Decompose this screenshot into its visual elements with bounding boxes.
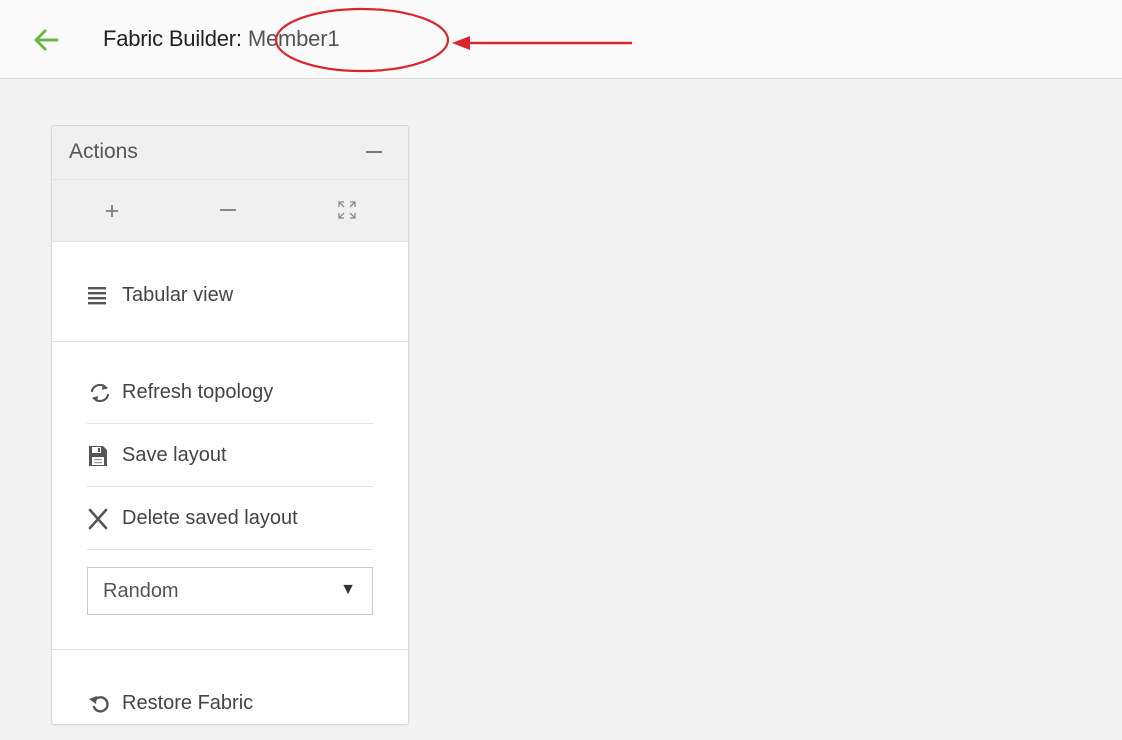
refresh-topology-label: Refresh topology xyxy=(122,381,274,403)
zoom-in-icon[interactable] xyxy=(102,201,122,221)
layout-algorithm-select[interactable]: Random ▼ xyxy=(87,567,373,615)
layout-section: Refresh topology Save layout Delete save… xyxy=(52,342,408,650)
restore-icon xyxy=(89,696,109,713)
arrow-left-icon[interactable] xyxy=(31,25,61,55)
restore-fabric-item[interactable]: Restore Fabric xyxy=(87,672,373,734)
save-layout-label: Save layout xyxy=(122,444,227,466)
actions-panel-title: Actions xyxy=(69,140,138,163)
page-title-label: Fabric Builder: xyxy=(103,26,242,51)
restore-section: Restore Fabric xyxy=(52,650,408,740)
tabular-view-item[interactable]: Tabular view xyxy=(87,264,373,326)
fit-to-screen-icon[interactable] xyxy=(336,199,358,221)
collapse-panel-button[interactable] xyxy=(366,151,382,153)
save-icon xyxy=(89,445,107,466)
page-title: Fabric Builder: Member1 xyxy=(103,24,340,54)
top-bar: Fabric Builder: Member1 xyxy=(0,0,1122,79)
close-icon xyxy=(88,508,108,529)
tabular-section: Tabular view xyxy=(52,242,408,342)
list-icon xyxy=(88,287,106,305)
save-layout-item[interactable]: Save layout xyxy=(87,425,373,487)
tabular-view-label: Tabular view xyxy=(122,283,234,306)
actions-panel: Actions Tabular view Refresh topology Sa… xyxy=(51,125,409,725)
refresh-topology-item[interactable]: Refresh topology xyxy=(87,362,373,424)
delete-saved-layout-label: Delete saved layout xyxy=(122,507,298,529)
chevron-down-icon: ▼ xyxy=(340,581,356,598)
refresh-icon xyxy=(90,383,110,402)
member-name: Member1 xyxy=(247,26,340,51)
annotation-arrowhead xyxy=(452,36,470,50)
restore-fabric-label: Restore Fabric xyxy=(122,691,254,714)
layout-select-value: Random xyxy=(103,580,179,602)
zoom-out-icon[interactable] xyxy=(220,209,236,211)
actions-panel-header: Actions xyxy=(52,126,408,180)
delete-saved-layout-item[interactable]: Delete saved layout xyxy=(87,488,373,550)
zoom-toolbar xyxy=(52,180,408,242)
